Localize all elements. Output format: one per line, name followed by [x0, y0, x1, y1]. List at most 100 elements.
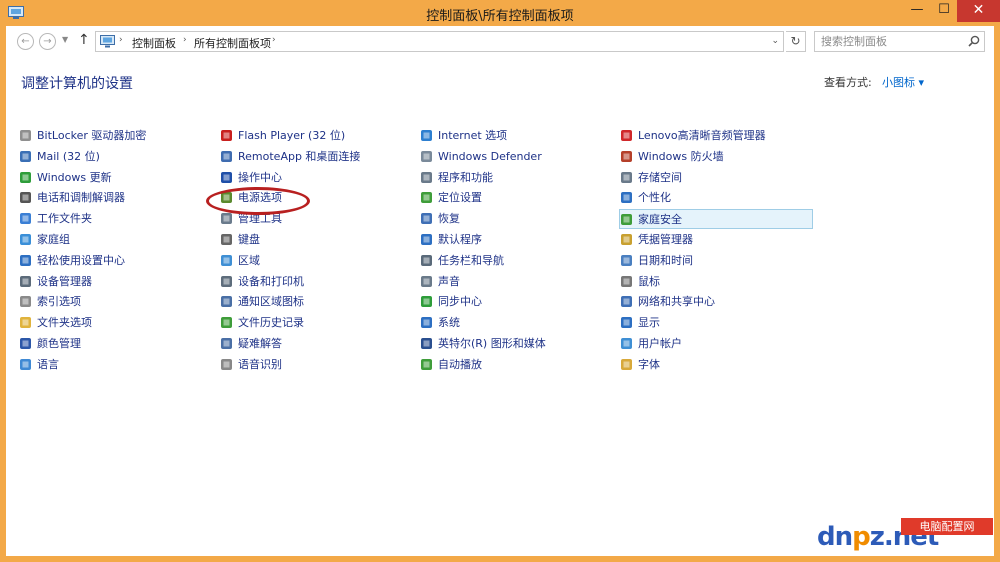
user-accounts-icon: [621, 338, 632, 349]
control-panel-icon: [100, 35, 115, 48]
item-label: 设备和打印机: [238, 275, 304, 288]
item-label: 显示: [638, 316, 660, 329]
close-button[interactable]: ✕: [957, 0, 1000, 22]
homegroup-icon: [20, 234, 31, 245]
recent-locations-button[interactable]: ▼: [62, 35, 68, 44]
back-button[interactable]: ←: [17, 33, 34, 50]
item-label: Mail (32 位): [37, 150, 100, 163]
item-label: 文件夹选项: [37, 316, 92, 329]
region-icon: [221, 255, 232, 266]
item-label: 家庭组: [37, 233, 70, 246]
location-settings-icon: [421, 192, 432, 203]
item-label: 恢复: [438, 212, 460, 225]
item-label: 同步中心: [438, 295, 482, 308]
item-label: 用户帐户: [638, 337, 682, 350]
item-family-safety[interactable]: 家庭安全: [619, 209, 813, 229]
sync-center-icon: [421, 296, 432, 307]
item-label: 语音识别: [238, 358, 282, 371]
maximize-button[interactable]: ☐: [931, 0, 957, 22]
internet-options-icon: [421, 130, 432, 141]
item-label: 电话和调制解调器: [37, 191, 125, 204]
breadcrumb-all-items[interactable]: 所有控制面板项: [194, 35, 271, 51]
item-label: 网络和共享中心: [638, 295, 715, 308]
item-label: Internet 选项: [438, 129, 508, 142]
display-icon: [621, 317, 632, 328]
item-label: 键盘: [238, 233, 260, 246]
search-input[interactable]: [815, 32, 966, 51]
action-center-icon: [221, 172, 232, 183]
page-title: 调整计算机的设置: [21, 76, 133, 92]
breadcrumb-control-panel[interactable]: 控制面板: [132, 35, 176, 51]
taskbar-navigation-icon: [421, 255, 432, 266]
system-icon: [421, 317, 432, 328]
item-label: Flash Player (32 位): [238, 129, 346, 142]
remoteapp-icon: [221, 151, 232, 162]
speech-recognition-icon: [221, 359, 232, 370]
watermark-brand-accent: p: [852, 522, 871, 552]
item-label: 区域: [238, 254, 260, 267]
notification-icons-icon: [221, 296, 232, 307]
item-label: 语言: [37, 358, 59, 371]
item-label: 鼠标: [638, 275, 660, 288]
item-label: 系统: [438, 316, 460, 329]
search-icon[interactable]: [968, 35, 980, 47]
watermark-tag: 电脑配置网: [901, 518, 993, 535]
item-label: 个性化: [638, 191, 671, 204]
keyboard-icon: [221, 234, 232, 245]
fonts-icon: [621, 359, 632, 370]
item-label: Windows Defender: [438, 150, 542, 163]
bitlocker-icon: [20, 130, 31, 141]
file-history-icon: [221, 317, 232, 328]
address-box[interactable]: › 控制面板 › 所有控制面板项 › ⌄: [95, 31, 784, 52]
color-management-icon: [20, 338, 31, 349]
family-safety-icon: [621, 214, 632, 225]
indexing-icon: [20, 296, 31, 307]
personalization-icon: [621, 192, 632, 203]
sound-icon: [421, 276, 432, 287]
window-titlebar[interactable]: 控制面板\所有控制面板项 — ☐ ✕: [0, 0, 1000, 26]
address-bar: ← → ▼ ↑ › 控制面板 › 所有控制面板项 › ⌄ ↻: [6, 26, 994, 58]
forward-button[interactable]: →: [39, 33, 56, 50]
mouse-icon: [621, 276, 632, 287]
phone-modem-icon: [20, 192, 31, 203]
item-label: 自动播放: [438, 358, 482, 371]
autoplay-icon: [421, 359, 432, 370]
search-box: [814, 31, 985, 52]
red-circle-annotation: [206, 187, 310, 215]
item-label: 凭据管理器: [638, 233, 693, 246]
breadcrumb-separator[interactable]: ›: [183, 35, 187, 45]
windows-update-icon: [20, 172, 31, 183]
address-dropdown-button[interactable]: ⌄: [771, 36, 779, 46]
item-label: RemoteApp 和桌面连接: [238, 150, 361, 163]
item-label: Lenovo高清晰音频管理器: [638, 129, 766, 142]
item-label: Windows 防火墙: [638, 150, 724, 163]
breadcrumb-separator[interactable]: ›: [119, 35, 123, 45]
devices-printers-icon: [221, 276, 232, 287]
mail-icon: [20, 151, 31, 162]
item-label: 颜色管理: [37, 337, 81, 350]
view-by-label: 查看方式:: [824, 76, 872, 89]
view-by-dropdown[interactable]: 小图标 ▾: [882, 74, 924, 90]
control-panel-window: ← → ▼ ↑ › 控制面板 › 所有控制面板项 › ⌄ ↻ 调整计算机的设置: [6, 26, 994, 556]
storage-spaces-icon: [621, 172, 632, 183]
item-label: 字体: [638, 358, 660, 371]
item-label: 程序和功能: [438, 171, 493, 184]
device-manager-icon: [20, 276, 31, 287]
item-label: 通知区域图标: [238, 295, 304, 308]
item-label: 设备管理器: [37, 275, 92, 288]
item-label: 默认程序: [438, 233, 482, 246]
up-button[interactable]: ↑: [78, 32, 90, 48]
default-programs-icon: [421, 234, 432, 245]
admin-tools-icon: [221, 213, 232, 224]
breadcrumb-separator[interactable]: ›: [272, 35, 276, 45]
date-time-icon: [621, 255, 632, 266]
item-label: 文件历史记录: [238, 316, 304, 329]
item-label: 轻松使用设置中心: [37, 254, 125, 267]
flash-player-icon: [221, 130, 232, 141]
item-label: 操作中心: [238, 171, 282, 184]
troubleshooting-icon: [221, 338, 232, 349]
windows-defender-icon: [421, 151, 432, 162]
language-icon: [20, 359, 31, 370]
refresh-button[interactable]: ↻: [786, 31, 806, 52]
minimize-button[interactable]: —: [903, 0, 931, 22]
